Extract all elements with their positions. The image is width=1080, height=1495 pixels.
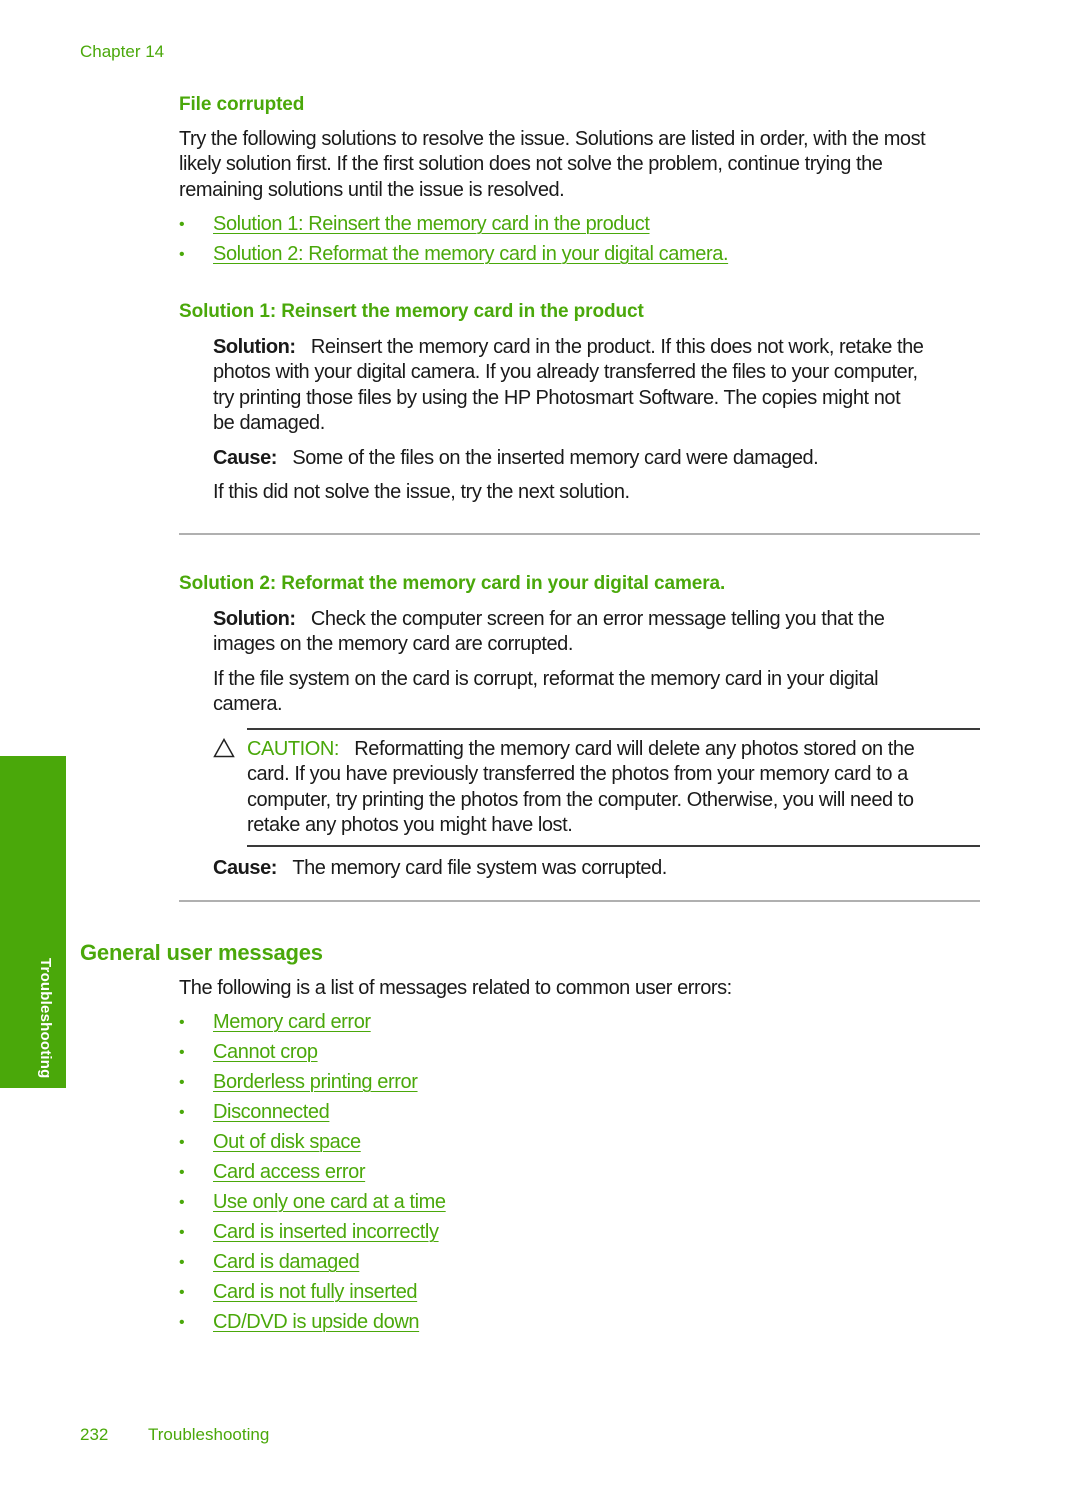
card-access-error-link[interactable]: Card access error bbox=[213, 1160, 366, 1186]
message-list-item: • Card is not fully inserted bbox=[179, 1280, 418, 1306]
caution-text: card. If you have previously transferred… bbox=[247, 763, 908, 786]
paragraph-line: If the file system on the card is corrup… bbox=[213, 668, 879, 690]
message-list-item: • Borderless printing error bbox=[179, 1070, 418, 1096]
solution-1-heading: Solution 1: Reinsert the memory card in … bbox=[179, 301, 644, 322]
solution-text: be damaged. bbox=[213, 411, 325, 434]
caution-bottom-rule bbox=[247, 845, 980, 847]
side-tab: Troubleshooting bbox=[0, 756, 66, 1088]
file-corrupted-heading: File corrupted bbox=[179, 94, 305, 115]
bullet-icon: • bbox=[179, 1134, 185, 1151]
message-list-item: • CD/DVD is upside down bbox=[179, 1310, 420, 1336]
card-inserted-incorrectly-link[interactable]: Card is inserted incorrectly bbox=[213, 1220, 439, 1246]
message-list-item: • Card is inserted incorrectly bbox=[179, 1220, 439, 1246]
solution-1-body: Solution: Reinsert the memory card in th… bbox=[213, 335, 993, 436]
solution-2-body: Solution: Check the computer screen for … bbox=[213, 607, 993, 658]
solution-2-paragraph: If the file system on the card is corrup… bbox=[213, 667, 993, 718]
page-number: 232 bbox=[80, 1425, 109, 1444]
bullet-icon: • bbox=[179, 1254, 185, 1271]
section-divider bbox=[179, 533, 980, 535]
card-not-fully-inserted-link[interactable]: Card is not fully inserted bbox=[213, 1280, 418, 1306]
bullet-icon: • bbox=[179, 246, 185, 263]
solution-link-item: • Solution 1: Reinsert the memory card i… bbox=[179, 212, 650, 238]
section-divider bbox=[179, 900, 980, 902]
cause-label: Cause: bbox=[213, 857, 277, 879]
bullet-icon: • bbox=[179, 1164, 185, 1181]
message-list-item: • Cannot crop bbox=[179, 1040, 318, 1066]
next-solution-note: If this did not solve the issue, try the… bbox=[213, 481, 630, 503]
solution-2-link[interactable]: Solution 2: Reformat the memory card in … bbox=[213, 242, 729, 268]
disconnected-link[interactable]: Disconnected bbox=[213, 1100, 330, 1126]
bullet-icon: • bbox=[179, 1044, 185, 1061]
cd-dvd-upside-down-link[interactable]: CD/DVD is upside down bbox=[213, 1310, 420, 1336]
bullet-icon: • bbox=[179, 1014, 185, 1031]
caution-text: computer, try printing the photos from t… bbox=[247, 788, 914, 811]
solution-1-link[interactable]: Solution 1: Reinsert the memory card in … bbox=[213, 212, 650, 238]
borderless-printing-error-link[interactable]: Borderless printing error bbox=[213, 1070, 418, 1096]
solution-2-cause: Cause: The memory card file system was c… bbox=[213, 856, 993, 881]
solution-text: images on the memory card are corrupted. bbox=[213, 633, 573, 656]
solution-text: Check the computer screen for an error m… bbox=[310, 608, 885, 630]
message-list-item: • Disconnected bbox=[179, 1100, 330, 1126]
bullet-icon: • bbox=[179, 1074, 185, 1091]
solution-text: Reinsert the memory card in the product.… bbox=[310, 336, 924, 358]
caution-text: retake any photos you might have lost. bbox=[247, 813, 573, 836]
intro-line: Try the following solutions to resolve t… bbox=[179, 128, 926, 150]
bullet-icon: • bbox=[179, 1314, 185, 1331]
caution-label: CAUTION: bbox=[247, 738, 339, 760]
message-list-item: • Card is damaged bbox=[179, 1250, 360, 1276]
side-tab-label: Troubleshooting bbox=[37, 957, 54, 1079]
message-list-item: • Use only one card at a time bbox=[179, 1190, 446, 1216]
message-list-item: • Card access error bbox=[179, 1160, 366, 1186]
bullet-icon: • bbox=[179, 1284, 185, 1301]
caution-note: CAUTION: Reformatting the memory card wi… bbox=[247, 737, 992, 838]
cause-label: Cause: bbox=[213, 447, 277, 469]
cause-text: Some of the files on the inserted memory… bbox=[292, 447, 819, 469]
cannot-crop-link[interactable]: Cannot crop bbox=[213, 1040, 318, 1066]
solution-label: Solution: bbox=[213, 608, 296, 630]
warning-triangle-icon bbox=[213, 738, 235, 758]
caution-text: Reformatting the memory card will delete… bbox=[354, 738, 915, 760]
solution-label: Solution: bbox=[213, 336, 296, 358]
solution-text: try printing those files by using the HP… bbox=[213, 386, 901, 409]
out-of-disk-space-link[interactable]: Out of disk space bbox=[213, 1130, 361, 1156]
memory-card-error-link[interactable]: Memory card error bbox=[213, 1010, 371, 1036]
solution-2-heading: Solution 2: Reformat the memory card in … bbox=[179, 573, 726, 594]
bullet-icon: • bbox=[179, 1104, 185, 1121]
footer-section-title: Troubleshooting bbox=[148, 1425, 270, 1444]
general-messages-heading: General user messages bbox=[80, 940, 323, 965]
message-list-item: • Out of disk space bbox=[179, 1130, 361, 1156]
intro-line: remaining solutions until the issue is r… bbox=[179, 178, 565, 201]
solution-text: photos with your digital camera. If you … bbox=[213, 361, 918, 384]
bullet-icon: • bbox=[179, 216, 185, 233]
general-messages-intro: The following is a list of messages rela… bbox=[179, 977, 732, 999]
cause-text: The memory card file system was corrupte… bbox=[292, 857, 667, 879]
intro-line: likely solution first. If the first solu… bbox=[179, 153, 883, 176]
bullet-icon: • bbox=[179, 1224, 185, 1241]
one-card-at-a-time-link[interactable]: Use only one card at a time bbox=[213, 1190, 446, 1216]
message-list-item: • Memory card error bbox=[179, 1010, 371, 1036]
caution-top-rule bbox=[247, 728, 980, 730]
bullet-icon: • bbox=[179, 1194, 185, 1211]
solution-link-item: • Solution 2: Reformat the memory card i… bbox=[179, 242, 729, 268]
file-corrupted-intro: Try the following solutions to resolve t… bbox=[179, 127, 989, 203]
card-is-damaged-link[interactable]: Card is damaged bbox=[213, 1250, 360, 1276]
chapter-header: Chapter 14 bbox=[80, 42, 165, 61]
solution-1-cause: Cause: Some of the files on the inserted… bbox=[213, 446, 993, 471]
paragraph-line: camera. bbox=[213, 693, 283, 716]
